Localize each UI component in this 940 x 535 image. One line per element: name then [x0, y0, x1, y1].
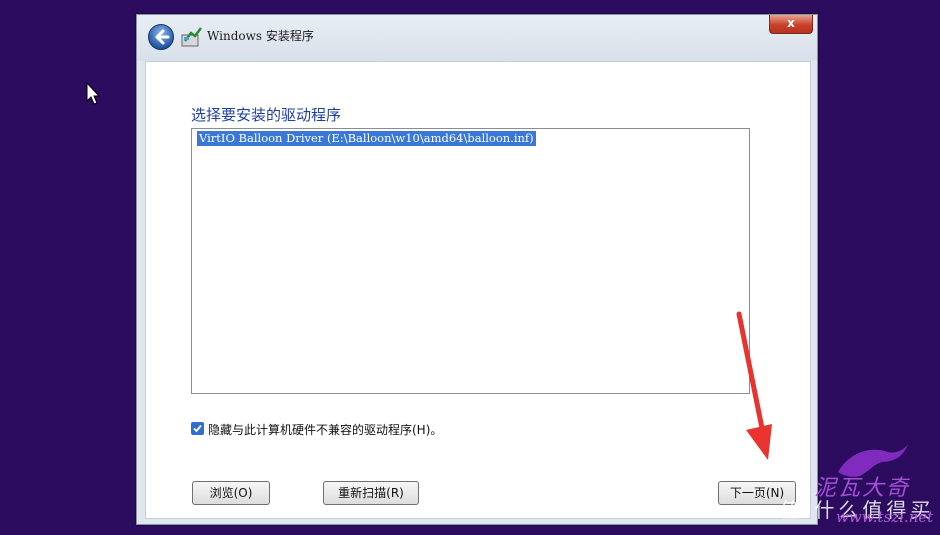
watermark-url: www.tszi.net: [836, 508, 934, 526]
hide-incompatible-label: 隐藏与此计算机硬件不兼容的驱动程序(H)。: [208, 423, 443, 437]
content-panel: 选择要安装的驱动程序 VirtIO Balloon Driver (E:\Bal…: [145, 61, 811, 519]
back-arrow-icon[interactable]: [147, 23, 175, 51]
setup-dialog: Windows 安装程序 x 选择要安装的驱动程序 VirtIO Balloon…: [136, 14, 818, 525]
checkmark-icon: [193, 424, 202, 433]
watermark: 泥瓦大奇 值 什么值得买 www.tszi.net: [780, 440, 940, 535]
driver-listbox[interactable]: VirtIO Balloon Driver (E:\Balloon\w10\am…: [191, 128, 750, 394]
setup-app-icon: [181, 27, 202, 47]
annotation-arrow-icon: [736, 311, 772, 460]
window-title: Windows 安装程序: [207, 29, 314, 43]
close-button[interactable]: x: [769, 15, 813, 34]
driver-list-item[interactable]: VirtIO Balloon Driver (E:\Balloon\w10\am…: [197, 131, 536, 146]
mouse-cursor-icon: [86, 82, 101, 105]
rescan-button[interactable]: 重新扫描(R): [323, 481, 419, 505]
page-heading: 选择要安装的驱动程序: [191, 106, 342, 124]
browse-button[interactable]: 浏览(O): [192, 481, 270, 505]
title-bar: Windows 安装程序 x: [137, 15, 817, 61]
hide-incompatible-checkbox[interactable]: [191, 422, 204, 435]
